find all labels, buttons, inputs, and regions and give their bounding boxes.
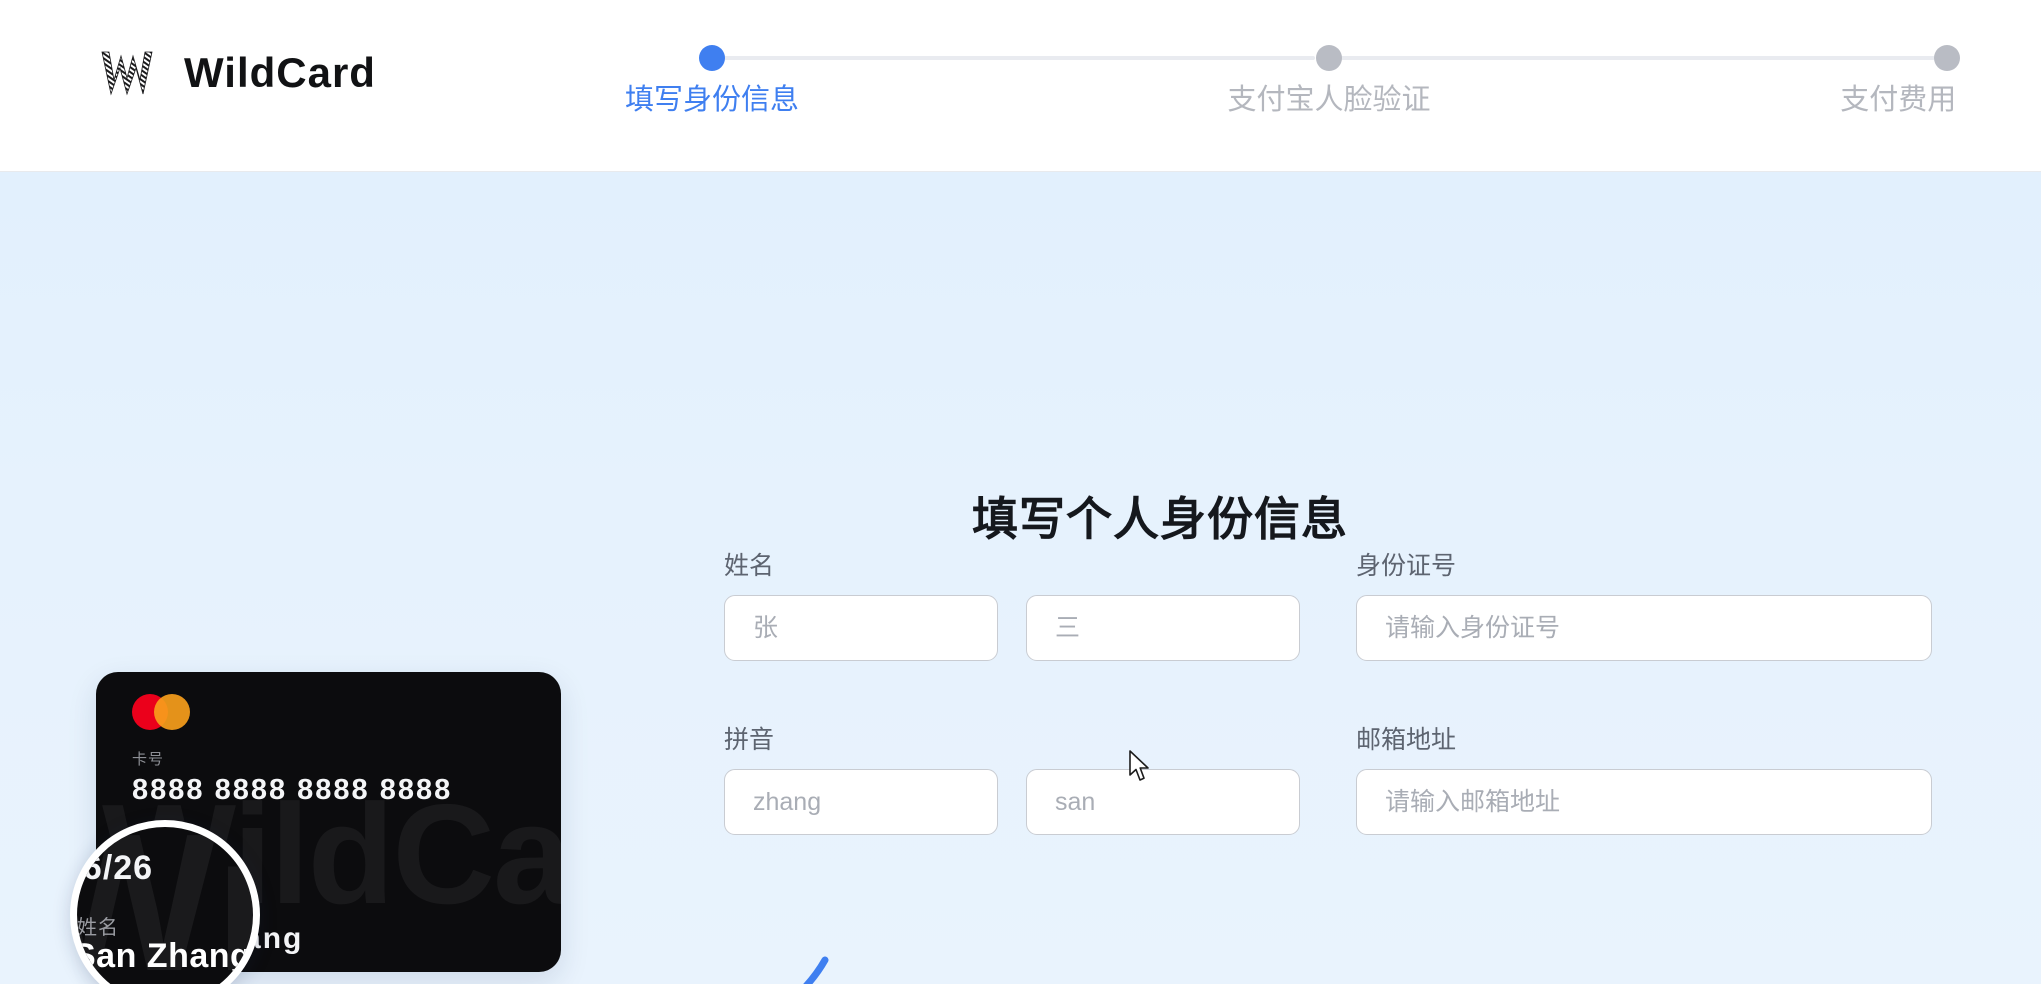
card-number-label: 卡号 [132,751,165,768]
surname-input[interactable] [724,595,998,661]
wildcard-w-logo-icon [101,51,153,96]
email-input[interactable] [1356,769,1932,835]
step-dot-icon [699,45,725,71]
name-label: 姓名 [724,552,775,580]
signup-identity-page: WildCard 填写身份信息 支付宝人脸验证 支付费用 填写个人身份信息 Wi… [0,0,2041,984]
field-group-email: 邮箱地址 [1356,728,1932,835]
page-header: WildCard 填写身份信息 支付宝人脸验证 支付费用 [0,0,2041,172]
idcard-label: 身份证号 [1356,552,1457,580]
magnifier-name-label: 姓名 [77,917,119,939]
mastercard-icon [132,694,190,730]
idcard-input[interactable] [1356,595,1932,661]
progress-stepper: 填写身份信息 支付宝人脸验证 支付费用 [625,40,1960,150]
card-name-magnifier: Wild CVV 06/26 姓名 San Zhang [70,820,260,984]
field-group-name: 姓名 [724,554,1300,661]
card-preview-zone: WildCard 卡号 8888 8888 8888 8888 CVV 06/2… [0,472,829,984]
pinyin-label: 拼音 [724,726,775,754]
step-dot-icon [1316,45,1342,71]
brand-logo[interactable]: WildCard [96,42,376,104]
stepper-connector-1 [720,56,1315,60]
stepper-step-3-label: 支付费用 [1840,84,1957,116]
stepper-connector-2 [1340,56,1935,60]
given-name-input[interactable] [1026,595,1300,661]
card-number-value: 8888 8888 8888 8888 [132,774,453,806]
step-dot-icon [1934,45,1960,71]
brand-name: WildCard [184,49,376,96]
stepper-step-2-label: 支付宝人脸验证 [1227,84,1431,116]
pinyin-surname-input[interactable] [724,769,998,835]
field-group-pinyin: 拼音 [724,728,1300,835]
identity-form: 姓名 身份证号 拼音 邮箱地址 [724,424,1932,904]
email-label: 邮箱地址 [1356,726,1457,754]
stepper-step-1-label: 填写身份信息 [624,84,800,116]
magnifier-name-value: San Zhang [73,937,252,975]
pinyin-given-name-input[interactable] [1026,769,1300,835]
magnifier-expiry-value: 06/26 [70,849,154,887]
field-group-idcard: 身份证号 [1356,554,1932,661]
page-body: 填写个人身份信息 WildCard 卡号 8888 8888 8888 8888… [0,172,2041,984]
